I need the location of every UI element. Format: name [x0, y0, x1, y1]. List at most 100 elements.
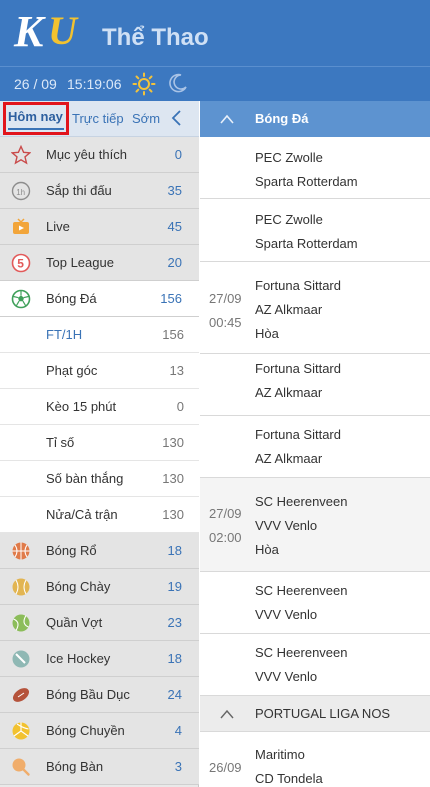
- sidebar-item-label: Quần Vợt: [46, 615, 103, 630]
- sub-item-label: Kèo 15 phút: [46, 399, 117, 414]
- home-team: PEC Zwolle: [255, 212, 323, 227]
- sub-item-count: 130: [162, 435, 184, 450]
- svg-text:1h: 1h: [16, 188, 25, 197]
- sidebar-item-rugby[interactable]: Bóng Bầu Dục 24: [0, 677, 199, 713]
- sidebar-item-volleyball[interactable]: Bóng Chuyền 4: [0, 713, 199, 749]
- sidebar-item-count: 0: [174, 147, 182, 162]
- chevron-up-icon[interactable]: [220, 113, 234, 125]
- away-team: VVV Venlo: [255, 607, 318, 622]
- svg-text:K: K: [13, 7, 46, 54]
- match-date: 27/09: [209, 506, 242, 521]
- match-row[interactable]: 27/09 02:00 SC Heerenveen VVV Venlo Hòa: [200, 478, 430, 572]
- home-team: Fortuna Sittard: [255, 427, 341, 442]
- sub-item-count: 130: [162, 507, 184, 522]
- top5-icon: 5: [11, 253, 31, 273]
- sidebar-item-count: 24: [167, 687, 182, 702]
- chevron-left-icon[interactable]: [170, 109, 184, 127]
- sidebar-item-label: Bóng Đá: [46, 291, 97, 306]
- sun-icon[interactable]: [132, 72, 156, 96]
- home-team: Fortuna Sittard: [255, 361, 341, 376]
- sidebar-item-count: 23: [167, 615, 182, 630]
- home-team: Fortuna Sittard: [255, 278, 341, 293]
- match-date: 26/09: [209, 760, 242, 775]
- sub-item-half-full[interactable]: Nửa/Cả trận 130: [0, 497, 199, 533]
- away-team: CD Tondela: [255, 771, 323, 786]
- away-team: AZ Alkmaar: [255, 302, 323, 317]
- away-team: VVV Venlo: [255, 518, 318, 533]
- svg-text:U: U: [48, 8, 79, 53]
- sidebar-item-live[interactable]: Live 45: [0, 209, 199, 245]
- sidebar-item-count: 35: [167, 183, 182, 198]
- away-team: AZ Alkmaar: [255, 385, 323, 400]
- sidebar-item-soccer[interactable]: Bóng Đá 156: [0, 281, 199, 317]
- tennis-icon: [12, 614, 30, 632]
- match-date: 27/09: [209, 291, 242, 306]
- sidebar-item-basketball[interactable]: Bóng Rổ 18: [0, 533, 199, 569]
- sub-item-label: Phạt góc: [46, 363, 98, 378]
- current-time: 15:19:06: [67, 76, 122, 92]
- tab-early[interactable]: Sớm: [132, 111, 160, 126]
- header: K U Thể Thao 26 / 09 15:19:06: [0, 0, 430, 101]
- sub-item-count: 0: [176, 399, 184, 414]
- match-row[interactable]: Fortuna Sittard AZ Alkmaar: [200, 354, 430, 416]
- sidebar-item-tennis[interactable]: Quần Vợt 23: [0, 605, 199, 641]
- match-row[interactable]: 27/09 00:45 Fortuna Sittard AZ Alkmaar H…: [200, 262, 430, 354]
- sub-item-15-min[interactable]: Kèo 15 phút 0: [0, 389, 199, 425]
- sports-sidebar: Hôm nay Trực tiếp Sớm Mục yêu thích 0 1h…: [0, 101, 199, 787]
- sidebar-item-label: Bóng Chuyền: [46, 723, 125, 738]
- sidebar-item-count: 18: [167, 651, 182, 666]
- volleyball-icon: [12, 722, 30, 740]
- sidebar-item-count: 19: [167, 579, 182, 594]
- chevron-up-icon[interactable]: [220, 708, 234, 720]
- sidebar-item-label: Bóng Chày: [46, 579, 111, 594]
- tab-today[interactable]: Hôm nay: [3, 102, 69, 135]
- sidebar-item-count: 18: [167, 543, 182, 558]
- away-team: AZ Alkmaar: [255, 451, 323, 466]
- moon-icon[interactable]: [167, 72, 189, 94]
- sub-item-goals[interactable]: Số bàn thắng 130: [0, 461, 199, 497]
- tab-live[interactable]: Trực tiếp: [72, 111, 124, 126]
- match-row[interactable]: Fortuna Sittard AZ Alkmaar: [200, 416, 430, 478]
- baseball-icon: [12, 578, 30, 596]
- ku-logo[interactable]: K U: [12, 6, 92, 54]
- sidebar-item-favorites[interactable]: Mục yêu thích 0: [0, 137, 199, 173]
- sub-item-ft-1h[interactable]: FT/1H 156: [0, 317, 199, 353]
- match-row[interactable]: 26/09 Maritimo CD Tondela: [200, 732, 430, 787]
- sidebar-item-count: 4: [174, 723, 182, 738]
- sidebar-item-top-league[interactable]: 5 Top League 20: [0, 245, 199, 281]
- page-title: Thể Thao: [102, 24, 209, 51]
- sub-item-label: Nửa/Cả trận: [46, 507, 118, 522]
- table-tennis-icon: [12, 758, 30, 776]
- sub-item-count: 13: [169, 363, 184, 378]
- sub-item-label: Tỉ số: [46, 435, 75, 450]
- match-list-panel: Bóng Đá PEC Zwolle Sparta Rotterdam PEC …: [200, 101, 430, 787]
- sub-item-label: Số bàn thắng: [46, 471, 124, 486]
- sidebar-item-label: Top League: [46, 255, 114, 270]
- basketball-icon: [12, 542, 30, 560]
- sub-item-score[interactable]: Tỉ số 130: [0, 425, 199, 461]
- sidebar-item-upcoming[interactable]: 1h Sắp thi đấu 35: [0, 173, 199, 209]
- soccer-ball-icon: [11, 289, 31, 309]
- home-team: PEC Zwolle: [255, 150, 323, 165]
- sidebar-item-ice-hockey[interactable]: Ice Hockey 18: [0, 641, 199, 677]
- match-row[interactable]: SC Heerenveen VVV Venlo: [200, 634, 430, 696]
- sidebar-item-label: Ice Hockey: [46, 651, 111, 666]
- sidebar-item-table-tennis[interactable]: Bóng Bàn 3: [0, 749, 199, 785]
- match-time: 02:00: [209, 530, 242, 545]
- league-header[interactable]: PORTUGAL LIGA NOS: [200, 696, 430, 732]
- away-team: Sparta Rotterdam: [255, 174, 358, 189]
- away-team: Sparta Rotterdam: [255, 236, 358, 251]
- date-bar: 26 / 09 15:19:06: [0, 66, 430, 101]
- home-team: Maritimo: [255, 747, 305, 762]
- match-row[interactable]: PEC Zwolle Sparta Rotterdam: [200, 199, 430, 262]
- match-row[interactable]: SC Heerenveen VVV Venlo: [200, 572, 430, 634]
- sidebar-item-label: Bóng Rổ: [46, 543, 97, 558]
- section-header[interactable]: Bóng Đá: [200, 101, 430, 137]
- sidebar-item-baseball[interactable]: Bóng Chày 19: [0, 569, 199, 605]
- sidebar-item-count: 156: [160, 291, 182, 306]
- section-title: Bóng Đá: [255, 111, 309, 126]
- match-row[interactable]: PEC Zwolle Sparta Rotterdam: [200, 137, 430, 199]
- match-time: 00:45: [209, 315, 242, 330]
- sub-item-corners[interactable]: Phạt góc 13: [0, 353, 199, 389]
- sub-item-label: FT/1H: [46, 327, 83, 342]
